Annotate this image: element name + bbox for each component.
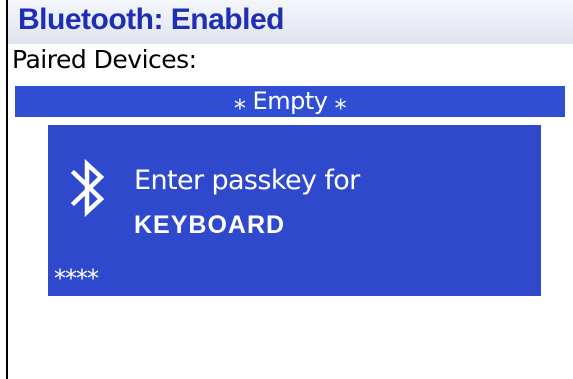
passkey-field[interactable]: ⁎⁎⁎⁎ xyxy=(54,257,99,285)
bluetooth-icon xyxy=(70,158,105,218)
paired-device-list-item[interactable]: ⁎ Empty ⁎ xyxy=(15,86,565,117)
passkey-dialog: Enter passkey for KEYBOARD ⁎⁎⁎⁎ xyxy=(48,125,541,296)
device-name: KEYBOARD xyxy=(134,211,286,239)
paired-devices-label: Paired Devices: xyxy=(12,45,197,74)
empty-list-text: ⁎ Empty ⁎ xyxy=(233,87,347,115)
title-bar: Bluetooth: Enabled xyxy=(8,0,573,44)
left-border xyxy=(6,0,8,379)
page-title: Bluetooth: Enabled xyxy=(18,3,284,36)
passkey-prompt: Enter passkey for xyxy=(134,165,360,196)
bluetooth-screen: Bluetooth: Enabled Paired Devices: ⁎ Emp… xyxy=(0,0,573,379)
